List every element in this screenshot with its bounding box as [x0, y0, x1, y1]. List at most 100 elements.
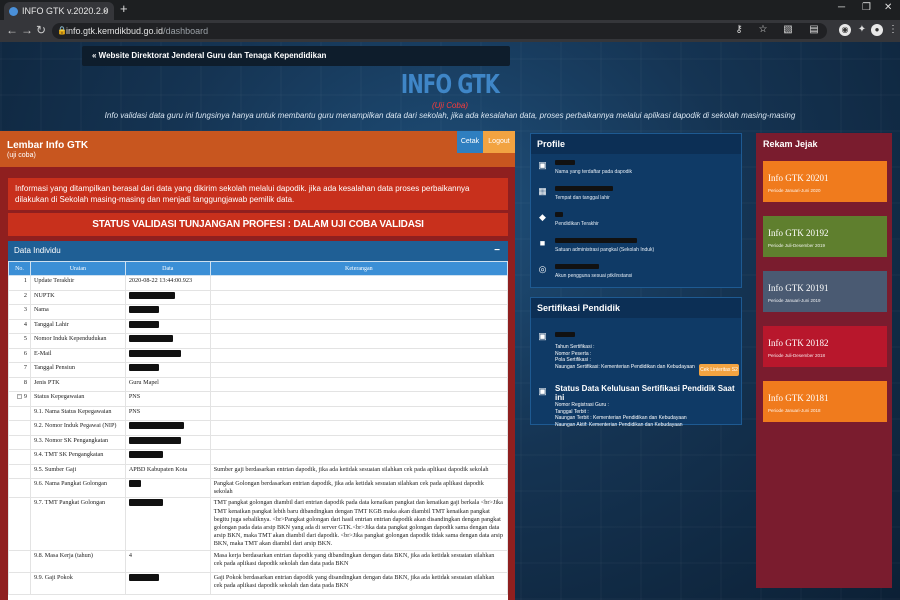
reload-icon[interactable]: ↻ [36, 23, 46, 37]
rekam-jejak-card[interactable]: Info GTK 20191 Periode Januari-Juni 2019 [763, 271, 887, 312]
table-row: 1 Update Terakhir 2020-08-22 13:44:00.923 [8, 275, 508, 291]
profile-title: Profile [531, 134, 741, 154]
profile-item: ◆ Pendidikan Terakhir [537, 212, 737, 232]
address-bar[interactable]: 🔒 info.gtk.kemdikbud.go.id/dashboard [52, 23, 827, 39]
expand-icon[interactable]: − [16, 394, 22, 400]
page-title: INFO GTK [400, 70, 500, 100]
row-number: 3 [8, 304, 31, 320]
table-row: 7 Tanggal Pensiun [8, 362, 508, 378]
row-uraian: Nomor Induk Kependudukan [29, 333, 126, 349]
table-row: 9.1. Nama Status Kepegawaian PNS [8, 405, 508, 421]
redacted-value [128, 306, 159, 314]
directorate-link[interactable]: « Website Direktorat Jenderal Guru dan T… [82, 46, 510, 66]
graduation-cap-icon: ◆ [539, 212, 546, 222]
redacted-value [555, 238, 637, 243]
sertifikasi-status: Status Data Kelulusan Sertifikasi Pendid… [555, 384, 741, 428]
puzzle-icon[interactable]: ✦ [856, 24, 868, 36]
table-row: 9.8. Masa Kerja (tahun) 4 Masa kerja berda… [8, 549, 508, 573]
star-icon[interactable]: ☆ [757, 24, 769, 36]
table-row: 6 E-Mail [8, 347, 508, 363]
status-line: Naungan Aktif: Kementerian Pendidikan da… [555, 421, 683, 428]
print-button[interactable]: Cetak [457, 131, 483, 153]
row-uraian: Tanggal Lahir [29, 318, 126, 334]
row-data [124, 571, 211, 595]
key-icon[interactable]: ⚷ [733, 24, 745, 36]
redacted-value [128, 364, 159, 372]
row-keterangan [209, 449, 508, 465]
row-number-text: 4 [23, 320, 27, 328]
table-row: 9.3. Nomor SK Pengangkatan [8, 434, 508, 450]
row-keterangan [209, 304, 508, 320]
rekam-jejak-card[interactable]: Info GTK 20192 Periode Juli-Desember 2019 [763, 216, 887, 257]
row-number [8, 497, 31, 551]
redacted-value [128, 451, 163, 459]
minimize-icon[interactable]: ─ [838, 2, 845, 13]
browser-tab[interactable]: INFO GTK v.2020.2.0 × [4, 2, 114, 20]
rekam-jejak-card[interactable]: Info GTK 20201 Periode Januari-Juni 2020 [763, 161, 887, 202]
row-data [124, 289, 211, 305]
window-close-icon[interactable]: ✕ [884, 2, 892, 13]
row-data [124, 318, 211, 334]
profile-item-label: Tempat dan tanggal lahir [555, 195, 610, 201]
menu-icon[interactable]: ⋮ [887, 24, 899, 36]
profile-item: ◎ Akun pengguna sesuai ptk/instansi [537, 264, 737, 284]
row-uraian: Tanggal Pensiun [29, 362, 126, 378]
row-data [124, 434, 211, 450]
cek-linieritas-button[interactable]: Cek Linieritas S2 [699, 364, 739, 376]
close-tab-icon[interactable]: × [103, 2, 108, 20]
row-number [8, 420, 31, 436]
rekam-jejak-card-period: Periode Juli-Desember 2018 [768, 353, 826, 358]
page-subtitle: (Uji Coba) [431, 101, 468, 110]
maximize-icon[interactable]: ❐ [862, 2, 871, 13]
sertifikasi-title: Sertifikasi Pendidik [531, 298, 741, 318]
sertifikasi-line: Naungan Sertifikasi: Kementerian Pendidi… [555, 363, 695, 370]
rekam-jejak-card[interactable]: Info GTK 20181 Periode Januari-Juni 2018 [763, 381, 887, 422]
row-data [124, 420, 211, 436]
row-number-text: 6 [23, 349, 27, 357]
row-keterangan [209, 420, 508, 436]
row-number [8, 434, 31, 450]
row-data: APBD Kabupaten Kota [124, 463, 211, 479]
id-card-icon: ▣ [538, 160, 547, 170]
row-uraian: 9.7. TMT Pangkat Golongan [29, 497, 126, 551]
page-content: « Website Direktorat Jenderal Guru dan T… [0, 42, 900, 600]
column-header: Keterangan [209, 261, 508, 276]
row-number-text: 3 [23, 306, 27, 313]
rekam-jejak-card-title: Info GTK 20182 [768, 338, 829, 348]
row-keterangan [209, 289, 508, 305]
row-data: 4 [124, 549, 211, 573]
row-uraian: Status Kepegawaian [29, 391, 126, 407]
row-keterangan: Pangkat Golongan berdasarkan entrian dap… [209, 477, 508, 499]
logout-button[interactable]: Logout [483, 131, 515, 153]
forward-icon[interactable]: → [21, 23, 33, 37]
column-header: No. [8, 261, 31, 276]
table-row: 9.9. Gaji Pokok Gaji Pokok berdasarkan en… [8, 571, 508, 595]
avatar-icon[interactable]: ● [871, 24, 883, 36]
redacted-value [555, 186, 613, 191]
back-icon[interactable]: ← [6, 23, 18, 37]
row-uraian: 9.6. Nama Pangkat Golongan [29, 477, 126, 499]
row-number: 8 [8, 376, 31, 392]
extension-round-icon[interactable]: ◉ [839, 24, 851, 36]
extension-icon[interactable]: ▧ [782, 24, 794, 36]
profile-item-label: Pendidikan Terakhir [555, 221, 599, 227]
table-row: 8 Jenis PTK Guru Mapel [8, 376, 508, 392]
row-uraian: 9.1. Nama Status Kepegawaian [29, 405, 126, 421]
favicon-icon [9, 7, 18, 16]
redacted-value [555, 264, 599, 269]
row-number: 7 [8, 362, 31, 378]
row-uraian: 9.4. TMT SK Pengangkatan [29, 449, 126, 465]
collapse-icon[interactable]: − [494, 241, 500, 261]
translate-icon[interactable]: ▤ [808, 24, 820, 36]
table-row: 9.5. Sumber Gaji APBD Kabupaten Kota Sumbe… [8, 463, 508, 479]
data-individu-title: Data Individu [14, 246, 61, 255]
rekam-jejak-card-period: Periode Januari-Juni 2018 [768, 408, 821, 413]
rekam-jejak-card[interactable]: Info GTK 20182 Periode Juli-Desember 2018 [763, 326, 887, 367]
rekam-jejak-title: Rekam Jejak [763, 139, 818, 149]
row-uraian: 9.8. Masa Kerja (tahun) [29, 549, 126, 573]
new-tab-button[interactable]: + [120, 1, 128, 16]
row-data [124, 347, 211, 363]
lembar-header: Lembar Info GTK (uji coba) Cetak Logout [0, 131, 515, 167]
lembar-body: Informasi yang ditampilkan berasal dari … [0, 167, 515, 600]
profile-item: ▦ Tempat dan tanggal lahir [537, 186, 737, 206]
